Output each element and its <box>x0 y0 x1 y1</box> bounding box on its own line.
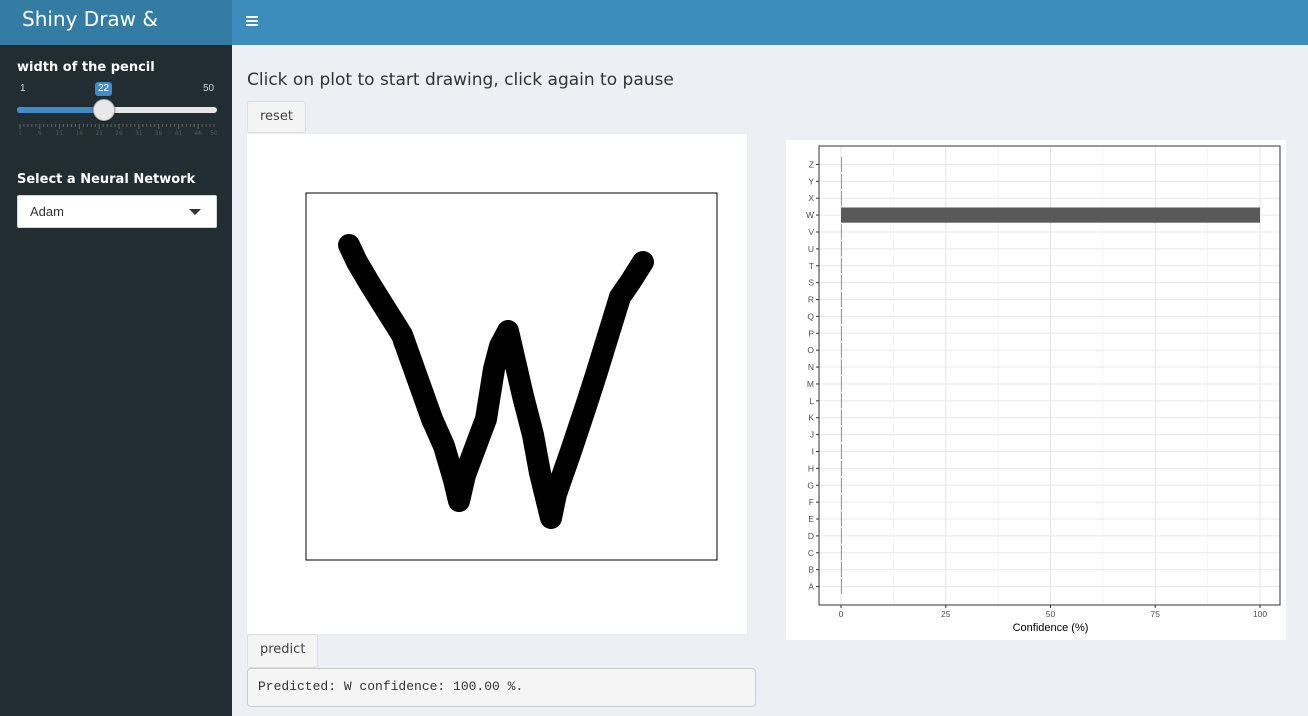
bar-T <box>841 258 842 274</box>
bar-I <box>841 443 842 460</box>
drawing-plot <box>305 192 718 561</box>
confidence-chart-svg: ABCDEFGHIJKLMNOPQRSTUVWXYZ 0 25 50 75 100 Conf… <box>806 145 1281 634</box>
bar-J <box>841 426 842 443</box>
bar-E <box>841 511 842 527</box>
network-select-value: Adam <box>30 204 64 219</box>
slider-max-label: 50 <box>203 83 215 94</box>
bar-K <box>841 410 842 426</box>
slider-tick-label: 50 <box>210 130 217 136</box>
reset-button[interactable]: reset <box>247 101 306 133</box>
y-tick-label: M <box>807 379 814 389</box>
y-tick-label: K <box>808 413 814 423</box>
pencil-width-slider-handle[interactable] <box>93 99 115 121</box>
network-select[interactable]: Adam <box>17 195 217 228</box>
slider-tick-label: 11 <box>56 130 64 136</box>
bar-S <box>841 275 842 291</box>
y-tick-label: G <box>807 480 814 490</box>
y-tick-label: A <box>808 582 814 592</box>
x-tick-label: 75 <box>1151 609 1161 619</box>
slider-tick-label: 26 <box>115 130 123 136</box>
app-title: Shiny Draw & Predict <box>0 0 232 69</box>
bar-D <box>841 528 842 544</box>
y-tick-label: Y <box>808 176 814 186</box>
slider-value-badge: 22 <box>95 82 113 96</box>
y-tick-label: J <box>810 430 814 440</box>
y-tick-label: P <box>808 328 814 338</box>
network-select-label: Select a Neural Network <box>17 172 196 187</box>
y-tick-label: F <box>809 497 814 507</box>
bar-O <box>841 342 842 358</box>
slider-ticks: 1 6 11 16 21 26 31 36 41 46 50 <box>18 124 217 136</box>
slider-min-label: 1 <box>20 83 26 94</box>
y-tick-label: R <box>808 295 814 305</box>
bar-A <box>841 578 842 595</box>
x-axis-title: Confidence (%) <box>1013 622 1089 634</box>
bar-Y <box>841 173 842 189</box>
bar-X <box>841 190 842 206</box>
slider-tick-label: 1 <box>18 130 22 136</box>
y-tick-label: Q <box>807 311 814 321</box>
y-tick-label: T <box>809 261 814 271</box>
y-tick-label: B <box>808 565 814 575</box>
y-tick-label: Z <box>809 159 814 169</box>
pencil-width-slider-fill <box>17 107 104 113</box>
y-tick-label: N <box>808 362 814 372</box>
bar-L <box>841 393 842 409</box>
sidebar: width of the pencil 1 50 22 1 6 11 16 21 26 31… <box>0 45 232 716</box>
bar-N <box>841 359 842 375</box>
y-tick-label: H <box>808 463 814 473</box>
bar-B <box>841 562 842 578</box>
x-tick-label: 50 <box>1046 609 1056 619</box>
caret-down-icon <box>189 209 201 215</box>
y-tick-label: I <box>812 446 814 456</box>
y-tick-label: S <box>808 278 814 288</box>
slider-tick-label: 46 <box>194 130 202 136</box>
x-tick-label: 25 <box>941 609 951 619</box>
slider-tick-label: 16 <box>76 130 84 136</box>
y-tick-label: V <box>808 227 814 237</box>
sidebar-toggle-button[interactable] <box>246 11 262 31</box>
y-tick-label: W <box>806 210 814 220</box>
slider-tick-label: 36 <box>155 130 163 136</box>
bar-G <box>841 477 842 493</box>
predict-button[interactable]: predict <box>247 634 319 668</box>
slider-tick-label: 31 <box>135 130 143 136</box>
bar-U <box>841 241 842 257</box>
hamburger-icon <box>246 16 258 26</box>
drawn-stroke <box>338 234 654 529</box>
slider-tick-label: 41 <box>175 130 183 136</box>
bar-H <box>841 460 842 476</box>
y-tick-label: O <box>807 345 814 355</box>
y-tick-label: U <box>808 244 814 254</box>
pencil-width-label: width of the pencil <box>17 60 155 75</box>
bar-F <box>841 494 842 510</box>
bar-Q <box>841 308 842 325</box>
y-tick-label: L <box>809 396 814 406</box>
slider-tick-label: 6 <box>38 130 42 136</box>
bar-C <box>841 545 842 561</box>
slider-tick-label: 21 <box>95 130 103 136</box>
y-tick-label: C <box>808 548 814 558</box>
bar-W <box>841 207 1260 223</box>
top-navbar <box>232 0 1308 45</box>
instructions-text: Click on plot to start drawing, click ag… <box>247 70 674 90</box>
bar-R <box>841 291 842 308</box>
drawing-canvas[interactable] <box>247 134 747 634</box>
bar-V <box>841 224 842 240</box>
prediction-output: Predicted: W confidence: 100.00 %. <box>247 668 756 707</box>
bar-Z <box>841 156 842 173</box>
bar-M <box>841 376 842 392</box>
bar-P <box>841 325 842 341</box>
y-tick-label: E <box>808 514 814 524</box>
y-tick-label: D <box>808 531 814 541</box>
x-tick-label: 100 <box>1253 609 1267 619</box>
confidence-chart: A B C D E F G H I J K L M N O P Q R S T U V W X Y Z 0 25 50 75 100 Conf… <box>786 140 1286 640</box>
y-tick-label: X <box>808 193 814 203</box>
x-tick-label: 0 <box>839 609 844 619</box>
